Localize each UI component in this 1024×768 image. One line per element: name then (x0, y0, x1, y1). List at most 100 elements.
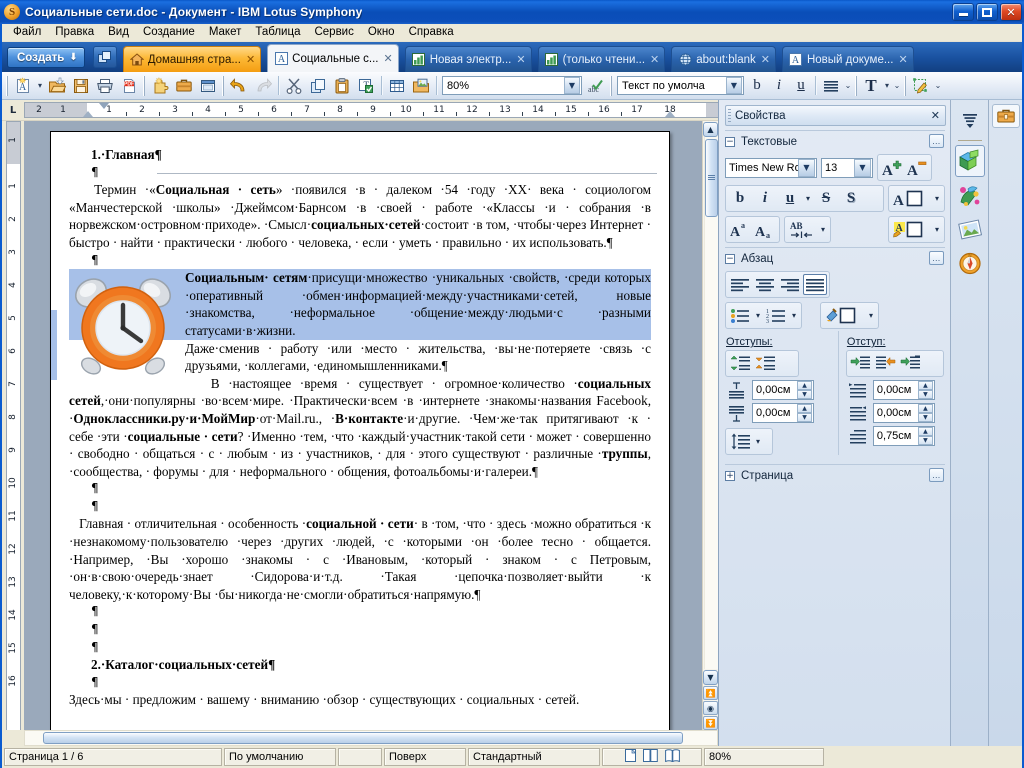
document-page[interactable]: 1.·Главная¶ ¶ Термин ·«Социальная · сеть… (50, 131, 670, 730)
spin-up[interactable]: ▲ (917, 427, 933, 436)
previous-page-button[interactable]: ⏫ (703, 686, 718, 700)
toolbox-button[interactable] (991, 104, 1020, 128)
spin-down[interactable]: ▼ (917, 390, 933, 399)
navigator-button[interactable]: ◉ (703, 701, 718, 715)
spellcheck-toolbutton[interactable]: abc (584, 74, 608, 98)
right-indent-marker[interactable] (665, 111, 675, 117)
zoom-combo[interactable]: 80% ▼ (442, 76, 582, 95)
document-canvas[interactable]: 1.·Главная¶ ¶ Термин ·«Социальная · сеть… (24, 121, 702, 730)
draw-overflow-chevron[interactable]: ⌄ (933, 74, 943, 98)
document-body[interactable]: 1.·Главная¶ ¶ Термин ·«Социальная · сеть… (51, 132, 669, 709)
bullet-list-button[interactable] (728, 305, 752, 326)
underline-style-dropdown[interactable]: ▾ (803, 189, 813, 209)
new-from-template-toolbutton[interactable] (148, 74, 172, 98)
redo-toolbutton[interactable] (251, 74, 275, 98)
strikethrough-button[interactable]: S (814, 188, 838, 209)
horizontal-ruler-body[interactable]: 2 1 1 2 3 4 5 6 7 8 9 10 11 12 13 14 15 … (24, 102, 718, 118)
new-document-dropdown[interactable]: ▾ (35, 74, 45, 98)
bullet-list-dropdown[interactable]: ▾ (753, 306, 763, 326)
tab-social-networks-doc[interactable]: A Социальные с... ✕ (267, 44, 399, 72)
font-size-combo[interactable]: 13 ▼ (821, 157, 873, 178)
undo-toolbutton[interactable] (227, 74, 251, 98)
status-view-layout[interactable] (602, 748, 702, 766)
document-vertical-scrollbar[interactable]: ▲ ▼ ⏫ ◉ ⏬ (702, 121, 718, 730)
styles-panel-toggle[interactable] (955, 179, 985, 211)
toolbar-grip-2[interactable] (141, 75, 148, 96)
numbered-list-button[interactable]: 1 2 3 (764, 305, 788, 326)
font-color-dropdown[interactable]: ▾ (932, 189, 942, 209)
bold-toolbutton[interactable]: b (746, 75, 768, 97)
underline-toolbutton[interactable]: u (790, 75, 812, 97)
increase-spacing-button[interactable] (728, 353, 752, 374)
highlight-color-button[interactable]: A (891, 219, 931, 240)
paragraph-background-dropdown[interactable]: ▾ (866, 306, 876, 326)
close-icon[interactable]: ✕ (246, 53, 255, 66)
menu-item-layout[interactable]: Макет (202, 24, 249, 41)
collapse-icon[interactable]: − (725, 136, 735, 147)
subscript-button[interactable]: A a (753, 219, 777, 240)
align-left-button[interactable] (728, 274, 752, 295)
toolbar-grip-6[interactable] (902, 75, 909, 96)
decrease-spacing-button[interactable] (753, 353, 777, 374)
double-page-view-icon[interactable] (642, 749, 658, 765)
tab-new-spreadsheet[interactable]: Новая электр... ✕ (404, 46, 532, 72)
scrollbar-track[interactable] (703, 137, 718, 669)
line-spacing-button[interactable] (728, 431, 752, 452)
spin-up[interactable]: ▲ (917, 404, 933, 413)
space-below-spinner[interactable]: 0,00см ▲ ▼ (752, 403, 814, 423)
new-document-button[interactable]: Создать ⬇ (7, 47, 85, 68)
collapse-icon[interactable]: − (725, 253, 735, 264)
menu-item-edit[interactable]: Правка (48, 24, 101, 41)
menu-item-file[interactable]: Файл (6, 24, 48, 41)
tab-new-document[interactable]: A Новый докуме... ✕ (781, 46, 914, 72)
scrollbar-thumb[interactable] (704, 139, 718, 217)
character-spacing-dropdown[interactable]: ▾ (818, 220, 828, 240)
restore-button[interactable] (976, 3, 998, 21)
left-indent-marker[interactable] (83, 111, 93, 117)
text-overflow-chevron[interactable]: ⌄ (892, 74, 902, 98)
align-right-button[interactable] (778, 274, 802, 295)
text-more-options-button[interactable]: ... (929, 134, 944, 148)
chevron-down-icon[interactable]: ▼ (564, 77, 580, 94)
cut-toolbutton[interactable] (282, 74, 306, 98)
drag-handle-icon[interactable] (728, 109, 731, 123)
page-more-options-button[interactable]: ... (929, 468, 944, 482)
spinner-buttons[interactable]: ▲ ▼ (797, 404, 812, 422)
vertical-ruler-body[interactable]: 1 1 2 3 4 5 6 7 8 9 10 11 12 13 14 15 16 (5, 121, 21, 730)
close-icon[interactable]: ✕ (516, 53, 525, 66)
close-button[interactable]: ✕ (1000, 3, 1022, 21)
close-icon[interactable]: ✕ (761, 53, 770, 66)
ruler-corner[interactable]: L (2, 100, 24, 120)
spin-up[interactable]: ▲ (917, 381, 933, 390)
spinner-buttons[interactable]: ▲ ▼ (917, 404, 933, 422)
align-justify-button[interactable] (803, 274, 827, 295)
window-arrange-toolbutton[interactable] (196, 74, 220, 98)
close-icon[interactable]: ✕ (898, 53, 907, 66)
status-overlay-mode[interactable]: Поверх (384, 748, 466, 766)
highlight-dropdown[interactable]: ▾ (932, 220, 942, 240)
increase-font-size-button[interactable]: A (880, 157, 904, 178)
book-view-icon[interactable] (664, 749, 680, 765)
insert-table-toolbutton[interactable] (385, 74, 409, 98)
status-page-style[interactable]: По умолчанию (224, 748, 336, 766)
first-line-indent-spinner[interactable]: 0,75см ▲ ▼ (872, 426, 935, 446)
shadow-button[interactable]: S (839, 188, 863, 209)
window-list-button[interactable] (92, 46, 117, 68)
character-spacing-button[interactable]: AB (787, 219, 817, 240)
spin-down[interactable]: ▼ (797, 413, 812, 422)
decrease-indent-button[interactable] (874, 353, 898, 374)
menu-item-create[interactable]: Создание (136, 24, 202, 41)
properties-panel-toggle[interactable] (954, 145, 985, 177)
status-language[interactable] (338, 748, 382, 766)
spinner-buttons[interactable]: ▲ ▼ (917, 427, 933, 445)
superscript-button[interactable]: A a (728, 219, 752, 240)
tab-readonly-spreadsheet[interactable]: (только чтени... ✕ (537, 46, 666, 72)
scroll-up-button[interactable]: ▲ (703, 122, 718, 137)
decrease-font-size-button[interactable]: A (905, 157, 929, 178)
chevron-down-icon[interactable]: ▼ (726, 77, 742, 94)
spinner-buttons[interactable]: ▲ ▼ (797, 381, 812, 399)
navigator-panel-toggle[interactable]: N (955, 247, 985, 279)
menu-item-help[interactable]: Справка (402, 24, 461, 41)
gallery-panel-toggle[interactable] (955, 213, 985, 245)
document-horizontal-scrollbar[interactable] (2, 730, 718, 746)
